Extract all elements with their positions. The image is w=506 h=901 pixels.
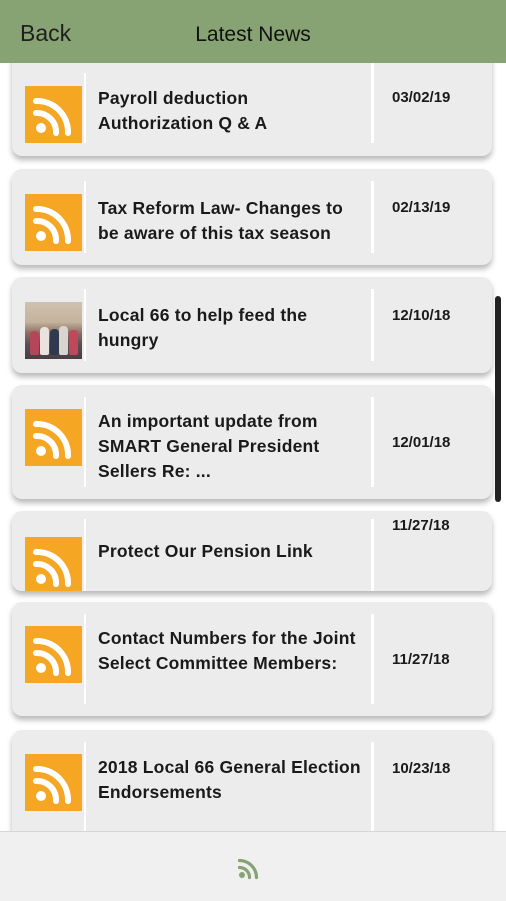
rss-icon [25,409,82,466]
divider [84,614,86,704]
divider [84,289,86,361]
news-title: An important update from SMART General P… [98,411,320,481]
news-item[interactable]: Local 66 to help feed the hungry 12/10/1… [12,277,492,373]
news-title: Tax Reform Law- Changes to be aware of t… [98,198,344,243]
divider [84,519,86,591]
news-item[interactable]: Contact Numbers for the Joint Select Com… [12,602,492,716]
news-title: 2018 Local 66 General Election Endorseme… [98,757,361,802]
news-item[interactable]: An important update from SMART General P… [12,385,492,499]
divider [84,397,86,487]
divider [371,63,374,143]
rss-icon [25,86,82,143]
top-bar: Back Latest News [0,0,506,63]
news-date: 12/01/18 [392,434,451,451]
news-photo [25,302,82,359]
news-date: 11/27/18 [392,651,450,668]
news-date: 12/10/18 [392,307,451,324]
rss-icon [25,194,82,251]
divider [84,742,86,831]
news-item[interactable]: Protect Our Pension Link 11/27/18 [12,511,492,591]
news-item[interactable]: 2018 Local 66 General Election Endorseme… [12,730,492,831]
divider [371,289,374,361]
rss-icon [25,626,82,683]
news-item[interactable]: Payroll deduction Authorization Q & A 03… [12,63,492,156]
divider [84,181,86,253]
news-title: Contact Numbers for the Joint Select Com… [98,628,356,673]
news-title: Protect Our Pension Link [98,541,313,561]
news-title: Local 66 to help feed the hungry [98,305,308,350]
news-list[interactable]: Payroll deduction Authorization Q & A 03… [0,63,506,831]
divider [371,742,374,831]
scrollbar[interactable] [495,296,501,502]
news-date: 10/23/18 [392,760,451,777]
page-title: Latest News [195,23,311,46]
news-item[interactable]: Tax Reform Law- Changes to be aware of t… [12,169,492,265]
news-date: 03/02/19 [392,89,451,106]
bottom-tab-bar [0,831,506,901]
divider [371,519,374,591]
rss-icon [25,754,82,811]
news-date: 02/13/19 [392,199,451,216]
rss-icon[interactable] [235,854,263,882]
news-date: 11/27/18 [392,517,450,534]
news-title: Payroll deduction Authorization Q & A [98,88,268,133]
divider [371,181,374,253]
divider [371,397,374,487]
divider [371,614,374,704]
rss-icon [25,537,82,591]
divider [84,73,86,143]
